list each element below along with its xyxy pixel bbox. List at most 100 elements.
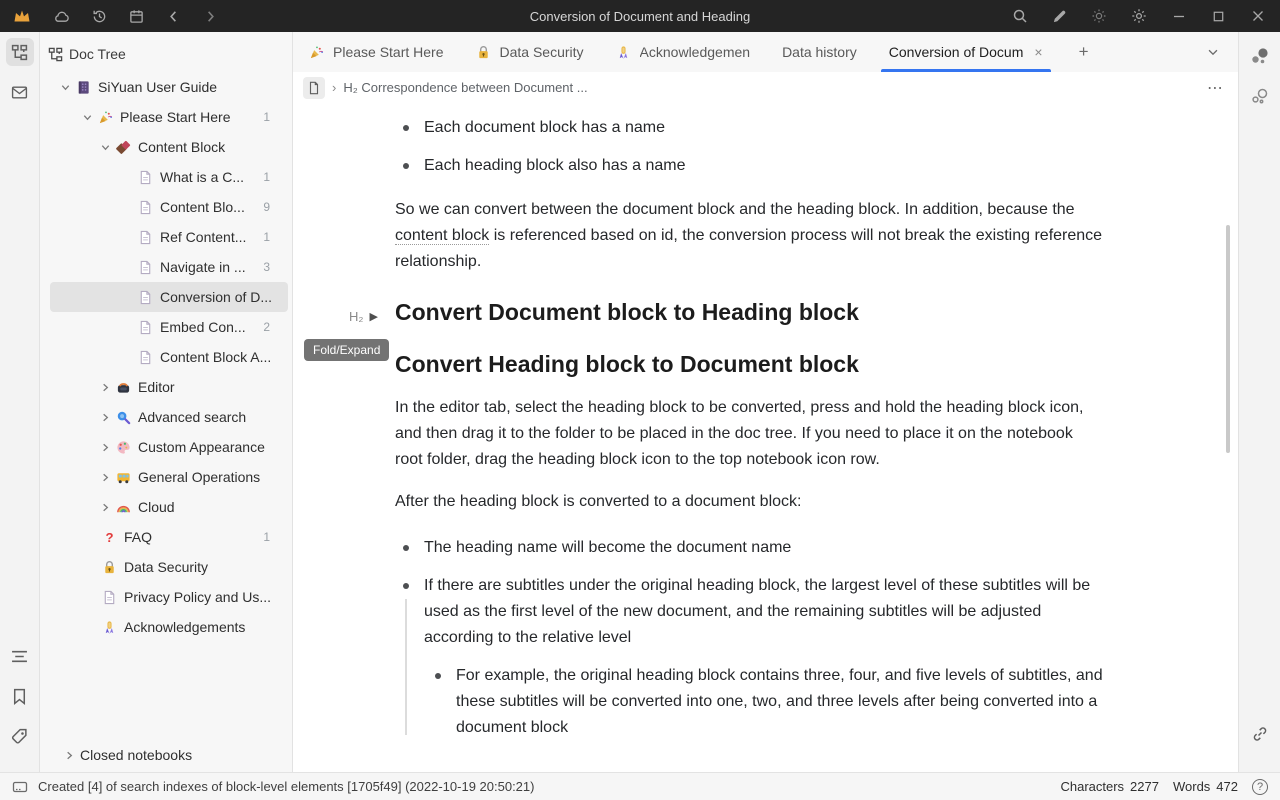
settings-gear-icon[interactable] bbox=[1131, 8, 1147, 24]
tree-item-advanced-search[interactable]: Advanced search bbox=[40, 402, 288, 432]
tab-data-security[interactable]: Data Security bbox=[460, 32, 600, 72]
chevron-right-icon[interactable] bbox=[96, 468, 114, 486]
global-search-icon[interactable] bbox=[1012, 8, 1028, 24]
tree-item-embed-content[interactable]: Embed Con... 2 bbox=[40, 312, 288, 342]
dock-graph-icon[interactable] bbox=[1246, 42, 1274, 70]
chevron-down-icon[interactable] bbox=[96, 138, 114, 156]
tree-item-label: Data Security bbox=[124, 559, 288, 575]
tab-label: Acknowledgemen bbox=[640, 44, 751, 60]
chevron-right-icon[interactable] bbox=[96, 438, 114, 456]
tab-conversion-of-document[interactable]: Conversion of Docum × bbox=[873, 32, 1059, 72]
tree-item-faq[interactable]: FAQ 1 bbox=[40, 522, 288, 552]
chevron-right-icon[interactable] bbox=[96, 498, 114, 516]
chevron-down-icon[interactable] bbox=[56, 78, 74, 96]
breadcrumb-heading[interactable]: H₂ Correspondence between Document ... bbox=[343, 80, 587, 95]
list-item-text: The heading name will become the documen… bbox=[424, 535, 1103, 561]
tab-acknowledgements[interactable]: Acknowledgemen bbox=[600, 32, 767, 72]
dock-outline-icon[interactable] bbox=[6, 642, 34, 670]
dock-doc-tree-icon[interactable] bbox=[6, 38, 34, 66]
chevron-right-icon[interactable] bbox=[96, 408, 114, 426]
bullet-dot bbox=[403, 583, 409, 589]
block-ref-link[interactable]: content block bbox=[395, 227, 489, 245]
window-close-button[interactable] bbox=[1250, 8, 1266, 24]
new-tab-button[interactable]: + bbox=[1059, 32, 1109, 72]
nav-back-icon[interactable] bbox=[166, 9, 181, 24]
document-file-icon bbox=[136, 168, 154, 186]
tree-item-label: Embed Con... bbox=[160, 319, 255, 335]
editor-scrollbar[interactable] bbox=[1226, 225, 1230, 453]
list-item[interactable]: Each heading block also has a name bbox=[395, 153, 1103, 179]
paragraph[interactable]: In the editor tab, select the heading bl… bbox=[395, 395, 1103, 473]
dock-inbox-icon[interactable] bbox=[6, 78, 34, 106]
notebook-icon bbox=[74, 78, 92, 96]
characters-counter: Characters 2277 bbox=[1060, 779, 1159, 794]
tree-item-general-operations[interactable]: General Operations bbox=[40, 462, 288, 492]
tree-item-count: 1 bbox=[263, 230, 270, 244]
tree-item-privacy-policy[interactable]: Privacy Policy and Us... bbox=[40, 582, 288, 612]
history-icon[interactable] bbox=[92, 9, 107, 24]
tree-item-data-security[interactable]: Data Security bbox=[40, 552, 288, 582]
tree-item-what-is-a-content-block[interactable]: What is a C... 1 bbox=[40, 162, 288, 192]
heading-convert-heading-to-document[interactable]: Convert Heading block to Document block bbox=[395, 349, 1103, 379]
breadcrumb-heading-text: Correspondence between Document ... bbox=[361, 80, 587, 95]
tree-item-label: Editor bbox=[138, 379, 288, 395]
doc-tree-title: Doc Tree bbox=[69, 46, 126, 62]
dock-tag-icon[interactable] bbox=[6, 722, 34, 750]
tree-item-content-block-types[interactable]: Content Blo... 9 bbox=[40, 192, 288, 222]
tree-item-please-start-here[interactable]: Please Start Here 1 bbox=[40, 102, 288, 132]
tree-item-custom-appearance[interactable]: Custom Appearance bbox=[40, 432, 288, 462]
chevron-right-icon bbox=[62, 746, 76, 764]
tab-list-chevron-icon[interactable] bbox=[1188, 32, 1238, 72]
list-item[interactable]: If there are subtitles under the origina… bbox=[395, 573, 1103, 651]
tree-item-count: 9 bbox=[263, 200, 270, 214]
breadcrumb-doc-icon[interactable] bbox=[303, 77, 325, 99]
heading-convert-document-to-heading[interactable]: H₂ ▶ Convert Document block to Heading b… bbox=[395, 297, 1103, 327]
closed-notebooks-toggle[interactable]: Closed notebooks bbox=[40, 738, 292, 772]
tree-item-cloud[interactable]: Cloud bbox=[40, 492, 288, 522]
titlebar-right-group bbox=[1012, 8, 1266, 24]
sync-cloud-icon[interactable] bbox=[53, 9, 70, 23]
dock-backlinks-icon[interactable] bbox=[1246, 720, 1274, 748]
tree-item-navigate-in[interactable]: Navigate in ... 3 bbox=[40, 252, 288, 282]
status-log-icon[interactable] bbox=[12, 779, 28, 795]
chevron-right-icon[interactable] bbox=[96, 378, 114, 396]
fold-toggle-icon[interactable]: ▶ bbox=[369, 302, 377, 332]
window-maximize-button[interactable] bbox=[1211, 9, 1226, 24]
tree-item-content-block-attrs[interactable]: Content Block A... bbox=[40, 342, 288, 372]
breadcrumb-more-icon[interactable]: ⋯ bbox=[1207, 78, 1224, 98]
tree-item-siyuan-user-guide[interactable]: SiYuan User Guide bbox=[40, 72, 288, 102]
tree-item-count: 1 bbox=[263, 170, 270, 184]
chevron-down-icon[interactable] bbox=[78, 108, 96, 126]
party-popper-icon bbox=[309, 45, 324, 60]
window-minimize-button[interactable] bbox=[1171, 8, 1187, 24]
document-content[interactable]: Each document block has a name Each head… bbox=[293, 103, 1238, 741]
help-icon[interactable]: ? bbox=[1252, 779, 1268, 795]
tree-item-content-block[interactable]: Content Block bbox=[40, 132, 288, 162]
workspace-crown-icon[interactable] bbox=[13, 9, 31, 23]
tab-data-history[interactable]: Data history bbox=[766, 32, 873, 72]
edit-mode-icon[interactable] bbox=[1052, 9, 1067, 24]
daily-note-icon[interactable] bbox=[129, 9, 144, 24]
nav-forward-icon[interactable] bbox=[203, 9, 218, 24]
theme-mode-icon[interactable] bbox=[1091, 8, 1107, 24]
tree-item-editor[interactable]: Editor bbox=[40, 372, 288, 402]
nested-list-item[interactable]: For example, the original heading block … bbox=[427, 663, 1103, 741]
tree-item-label: General Operations bbox=[138, 469, 288, 485]
dock-global-graph-icon[interactable] bbox=[1246, 82, 1274, 110]
tree-item-conversion-of-document[interactable]: Conversion of D... bbox=[50, 282, 288, 312]
paragraph[interactable]: After the heading block is converted to … bbox=[395, 489, 1103, 515]
lock-icon bbox=[476, 45, 491, 60]
app-body: Doc Tree SiYuan User Guide Please Start … bbox=[0, 32, 1280, 772]
list-item[interactable]: The heading name will become the documen… bbox=[395, 535, 1103, 561]
tab-please-start-here[interactable]: Please Start Here bbox=[293, 32, 460, 72]
tree-item-acknowledgements[interactable]: Acknowledgements bbox=[40, 612, 288, 642]
magnifier-icon bbox=[114, 408, 132, 426]
right-dock bbox=[1238, 32, 1280, 772]
list-item-text: For example, the original heading block … bbox=[456, 663, 1103, 741]
tab-close-icon[interactable]: × bbox=[1034, 44, 1042, 60]
paragraph[interactable]: So we can convert between the document b… bbox=[395, 197, 1103, 275]
tree-item-label: Custom Appearance bbox=[138, 439, 288, 455]
dock-bookmark-icon[interactable] bbox=[6, 682, 34, 710]
list-item[interactable]: Each document block has a name bbox=[395, 115, 1103, 141]
tree-item-ref-content-block[interactable]: Ref Content... 1 bbox=[40, 222, 288, 252]
